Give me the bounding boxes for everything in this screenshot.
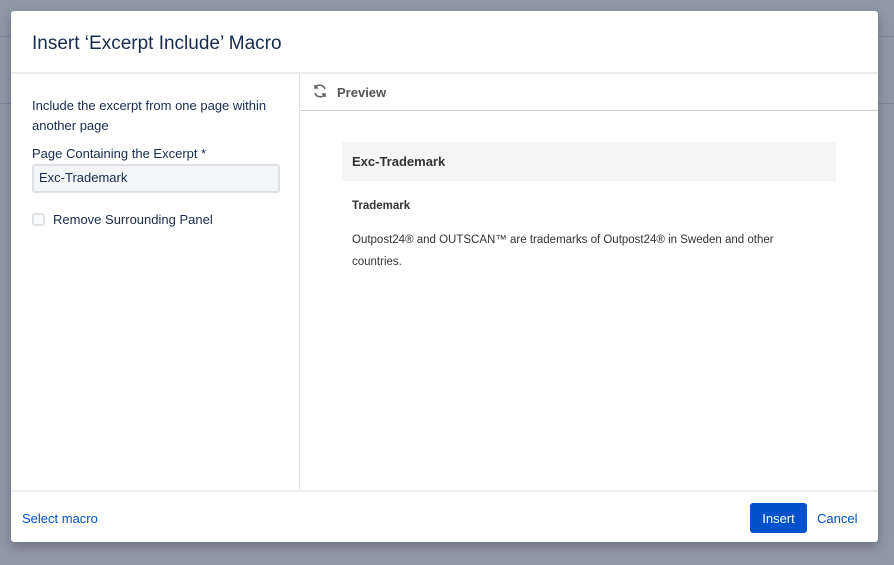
insert-button[interactable]: Insert: [750, 503, 807, 533]
macro-form: Include the excerpt from one page within…: [11, 74, 300, 490]
excerpt-panel-title: Exc-Trademark: [342, 142, 836, 181]
macro-description: Include the excerpt from one page within…: [32, 98, 267, 133]
excerpt-heading: Trademark: [352, 200, 411, 212]
dialog-title: Insert ‘Excerpt Include’ Macro: [32, 33, 282, 54]
refresh-icon[interactable]: [312, 83, 328, 102]
remove-surrounding-panel-checkbox[interactable]: Remove Surrounding Panel: [32, 212, 213, 227]
checkbox-box[interactable]: [32, 213, 45, 226]
cancel-button[interactable]: Cancel: [817, 511, 857, 526]
preview-title: Preview: [337, 84, 387, 100]
preview-header: Preview: [301, 74, 878, 111]
preview-pane: Preview Exc-Trademark Trademark Outpost2…: [301, 74, 878, 490]
select-macro-link[interactable]: Select macro: [22, 511, 98, 526]
page-field-label: Page Containing the Excerpt *: [32, 146, 207, 161]
checkbox-label: Remove Surrounding Panel: [53, 212, 213, 227]
page-input[interactable]: Exc-Trademark: [32, 164, 280, 193]
excerpt-body: Outpost24® and OUTSCAN™ are trademarks o…: [352, 234, 774, 268]
insert-macro-dialog: Insert ‘Excerpt Include’ Macro Include t…: [11, 11, 878, 542]
dialog-footer: Select macro Insert Cancel: [11, 490, 878, 542]
